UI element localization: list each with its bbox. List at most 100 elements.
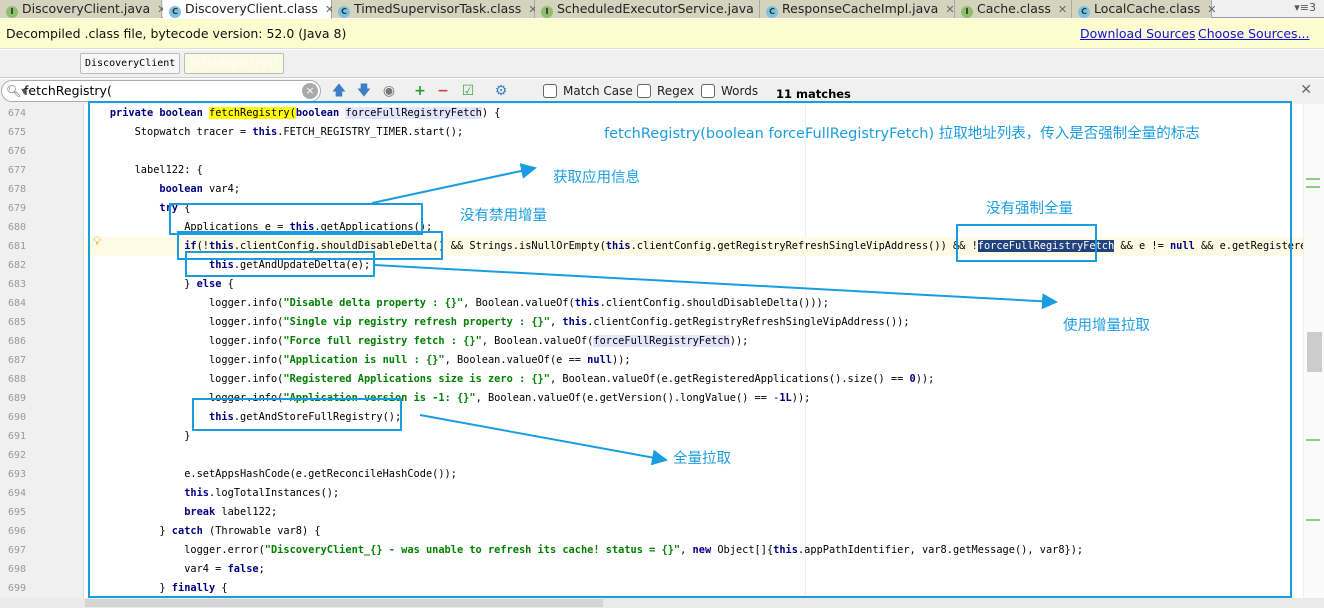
- horizontal-scrollbar-thumb[interactable]: [85, 599, 603, 607]
- code-token: logger.info(: [85, 335, 284, 347]
- line-number: 677: [7, 165, 26, 176]
- horizontal-scrollbar[interactable]: [0, 598, 1324, 608]
- line-number: 685: [7, 317, 26, 328]
- code-token: (!: [196, 240, 210, 252]
- line-number: 674: [7, 108, 26, 119]
- code-line: if(!this.clientConfig.shouldDisableDelta…: [85, 237, 1303, 256]
- tab-discoveryclient-java[interactable]: I DiscoveryClient.java ✕: [0, 0, 166, 18]
- tab-responsecacheimpl-java[interactable]: C ResponseCacheImpl.java ✕: [760, 0, 955, 18]
- breadcrumb-method[interactable]: fetchRegistry(): [184, 53, 285, 74]
- line-number: 682: [7, 260, 26, 271]
- code-token: boolean: [159, 183, 210, 195]
- code-token: logger.info(: [85, 354, 284, 366]
- code-token: }: [85, 278, 197, 290]
- line-number: 675: [7, 127, 26, 138]
- vertical-scrollbar[interactable]: [1303, 104, 1324, 598]
- close-tab-icon[interactable]: ✕: [1058, 3, 1067, 16]
- tab-cache-class[interactable]: I Cache.class ✕: [955, 0, 1072, 18]
- scrollbar-thumb[interactable]: [1307, 332, 1322, 372]
- gear-icon[interactable]: ⚙: [491, 82, 511, 100]
- code-token: null: [1169, 240, 1195, 252]
- tab-timedsupervisortask-class[interactable]: C TimedSupervisorTask.class ✕: [332, 0, 538, 18]
- close-find-icon[interactable]: ✕: [1300, 82, 1312, 98]
- code-token: label122: {: [85, 164, 203, 176]
- download-sources-link[interactable]: Download Sources: [1080, 19, 1196, 49]
- annotation-full-fetch: 全量拉取: [673, 451, 731, 467]
- add-occurrence-icon[interactable]: +: [410, 82, 430, 100]
- code-token: .clientConfig.shouldDisableDelta()));: [599, 297, 829, 309]
- code-line: logger.info("Registered Applications siz…: [85, 370, 1303, 389]
- code-token: .clientConfig.getRegistryRefreshSingleVi…: [630, 240, 978, 252]
- next-match-icon[interactable]: 🡇: [354, 82, 374, 100]
- tab-discoveryclient-class[interactable]: C DiscoveryClient.class ✕: [163, 0, 334, 19]
- change-marker[interactable]: [1306, 439, 1320, 441]
- choose-sources-link[interactable]: Choose Sources...: [1198, 19, 1310, 49]
- code-token: else: [196, 278, 228, 290]
- select-all-occurrences-icon[interactable]: ☑: [458, 82, 478, 100]
- tab-localcache-class[interactable]: C LocalCache.class ✕: [1072, 0, 1217, 18]
- code-token: Stopwatch tracer =: [85, 126, 253, 138]
- code-token: .getApplications();: [314, 221, 433, 233]
- remove-occurrence-icon[interactable]: −: [433, 82, 453, 100]
- close-tab-icon[interactable]: ✕: [1207, 3, 1216, 16]
- code-token: this: [562, 316, 588, 328]
- code-token: .logTotalInstances();: [209, 487, 340, 499]
- banner-text: Decompiled .class file, bytecode version…: [6, 26, 347, 41]
- code-token: && e !=: [1114, 240, 1170, 252]
- line-number: 688: [7, 374, 26, 385]
- clear-search-icon[interactable]: ×: [302, 83, 318, 99]
- class-icon: C: [1078, 6, 1090, 18]
- words-label: Words: [721, 84, 759, 98]
- breadcrumb-class[interactable]: DiscoveryClient: [80, 53, 181, 74]
- search-icon[interactable]: 🔍︎▾: [6, 81, 27, 101]
- match-count: 11 matches: [776, 87, 851, 101]
- tab-overflow-menu[interactable]: ▾≡3: [1294, 1, 1316, 14]
- search-input[interactable]: 🔍︎▾ fetchRegistry( ×: [1, 80, 321, 102]
- code-line: private boolean fetchRegistry(boolean fo…: [85, 104, 1303, 123]
- words-checkbox[interactable]: Words: [701, 84, 758, 99]
- code-token: forceFullRegistryFetch: [593, 335, 730, 347]
- previous-match-icon[interactable]: 🡅: [329, 82, 349, 100]
- match-case-checkbox[interactable]: Match Case: [543, 84, 633, 99]
- code-token: {: [227, 278, 234, 290]
- line-number: 692: [7, 450, 26, 461]
- code-token: var4;: [209, 183, 241, 195]
- regex-checkbox[interactable]: Regex: [637, 84, 694, 99]
- code-token: e.setAppsHashCode(e.getReconcileHashCode…: [85, 468, 457, 480]
- change-marker[interactable]: [1306, 178, 1320, 180]
- code-token: this: [605, 240, 631, 252]
- code-token: label122;: [221, 506, 278, 518]
- lightbulb-icon[interactable]: 💡︎: [93, 234, 105, 248]
- decompiled-banner: Decompiled .class file, bytecode version…: [0, 19, 1324, 49]
- code-line: } else {: [85, 275, 1303, 294]
- code-token: .FETCH_REGISTRY_TIMER.start();: [277, 126, 464, 138]
- tab-label: Cache.class: [977, 1, 1051, 16]
- line-number: 690: [7, 412, 26, 423]
- code-token: null: [587, 354, 612, 366]
- code-token: .clientConfig.getRegistryRefreshSingleVi…: [587, 316, 910, 328]
- code-token: logger.info(: [85, 373, 284, 385]
- close-tab-icon[interactable]: ✕: [945, 3, 954, 16]
- line-number: 696: [7, 526, 26, 537]
- code-token: .appPathIdentifier, var8.getMessage(), v…: [797, 544, 1084, 556]
- code-editor[interactable]: 674 675 676 677 678 679 680 681 682 683 684 685 686 6…: [0, 104, 1324, 608]
- code-token: }: [85, 525, 172, 537]
- annotation-title: fetchRegistry(boolean forceFullRegistryF…: [604, 126, 1200, 142]
- line-number: 698: [7, 564, 26, 575]
- code-token: this: [209, 259, 234, 271]
- change-marker[interactable]: [1306, 186, 1320, 188]
- class-icon: C: [169, 6, 181, 18]
- tab-scheduledexecutorservice-java[interactable]: IScheduledExecutorService.java✕: [535, 0, 770, 18]
- annotation-use-delta: 使用增量拉取: [1063, 318, 1150, 334]
- code-token: this: [574, 297, 600, 309]
- code-token: 1L: [779, 392, 792, 404]
- change-marker[interactable]: [1306, 519, 1320, 521]
- code-token: this: [209, 240, 234, 252]
- line-number: 689: [7, 393, 26, 404]
- code-token: boolean: [295, 107, 346, 119]
- code-token: this: [252, 126, 278, 138]
- find-all-icon[interactable]: ◉: [379, 82, 399, 100]
